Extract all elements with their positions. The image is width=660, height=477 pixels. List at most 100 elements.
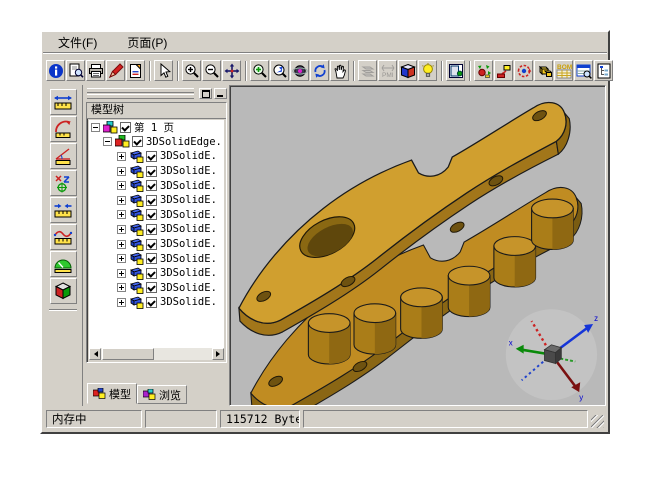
- tree-row-page[interactable]: 第 1 页: [89, 120, 224, 135]
- axis-z-label: z: [594, 314, 598, 323]
- render-settings-button[interactable]: [446, 60, 465, 81]
- measure-curve-length-button[interactable]: [50, 224, 77, 250]
- tree-row-part[interactable]: 3DSolidE.: [89, 266, 224, 281]
- visibility-checkbox[interactable]: [146, 297, 157, 308]
- tab-browse[interactable]: 浏览: [137, 385, 187, 404]
- visibility-checkbox[interactable]: [146, 253, 157, 264]
- move-part-icon: [496, 63, 512, 79]
- scroll-left-button[interactable]: [89, 348, 101, 360]
- tree-row-part[interactable]: 3DSolidE.: [89, 281, 224, 296]
- measure-distance-button[interactable]: [50, 89, 77, 115]
- bom-button[interactable]: BOM: [554, 60, 573, 81]
- visibility-checkbox[interactable]: [146, 282, 157, 293]
- client-area: 模型树 第 1 页 3DSolidEdge. 3DSolidE.: [44, 85, 606, 406]
- tree-row-part[interactable]: 3DSolidE.: [89, 251, 224, 266]
- visibility-checkbox[interactable]: [132, 136, 143, 147]
- expand-icon[interactable]: [117, 152, 126, 161]
- parts-list-button[interactable]: [534, 60, 553, 81]
- expand-icon[interactable]: [117, 240, 126, 249]
- panel-hide-button[interactable]: [214, 88, 227, 99]
- zoom-in-button[interactable]: [182, 60, 201, 81]
- collapse-icon[interactable]: [91, 123, 100, 132]
- markup-pen-icon: [108, 63, 124, 79]
- about-button[interactable]: [46, 60, 65, 81]
- hand-pan-button[interactable]: [330, 60, 349, 81]
- tree-row-part[interactable]: 3DSolidE.: [89, 149, 224, 164]
- expand-icon[interactable]: [117, 254, 126, 263]
- move-part-button[interactable]: [494, 60, 513, 81]
- rotate-center-icon: [292, 63, 308, 79]
- pan-button[interactable]: [222, 60, 241, 81]
- menu-file[interactable]: 文件(F): [56, 33, 99, 52]
- part-properties-button[interactable]: [574, 60, 593, 81]
- view-orientation-button[interactable]: [398, 60, 417, 81]
- expand-icon[interactable]: [117, 167, 126, 176]
- viewport-canvas[interactable]: z x y: [229, 85, 606, 406]
- parts-icon: [536, 63, 552, 79]
- visibility-checkbox[interactable]: [146, 209, 157, 220]
- visibility-checkbox[interactable]: [146, 224, 157, 235]
- select-button[interactable]: [154, 60, 173, 81]
- tree-row-part[interactable]: 3DSolidE.: [89, 295, 224, 310]
- markup-button[interactable]: [106, 60, 125, 81]
- menu-page[interactable]: 页面(P): [125, 33, 169, 52]
- toolbar-separator: [177, 61, 179, 81]
- measure-angle-button[interactable]: [50, 143, 77, 169]
- visibility-checkbox[interactable]: [146, 166, 157, 177]
- measure-coordinate-button[interactable]: [50, 170, 77, 196]
- resize-grip[interactable]: [591, 415, 604, 428]
- expand-icon[interactable]: [117, 210, 126, 219]
- structure-tree-button[interactable]: [594, 60, 613, 81]
- tree-row-part[interactable]: 3DSolidE.: [89, 222, 224, 237]
- explode-button[interactable]: [474, 60, 493, 81]
- tree-row-assembly[interactable]: 3DSolidEdge.: [89, 135, 224, 150]
- measure-volume-button[interactable]: [50, 278, 77, 304]
- model-tree[interactable]: 第 1 页 3DSolidEdge. 3DSolidE. 3DSolidE. 3…: [89, 120, 224, 348]
- scroll-right-button[interactable]: [212, 348, 224, 360]
- tree-row-part[interactable]: 3DSolidE.: [89, 208, 224, 223]
- pmi-icon: PMI: [380, 63, 396, 79]
- measure-area-button[interactable]: [50, 251, 77, 277]
- rotate-button[interactable]: [310, 60, 329, 81]
- panel-drag-grip[interactable]: [87, 88, 194, 100]
- panel-maximize-button[interactable]: [199, 88, 212, 99]
- visibility-checkbox[interactable]: [146, 195, 157, 206]
- expand-icon[interactable]: [117, 181, 126, 190]
- rotate-part-button[interactable]: [514, 60, 533, 81]
- print-preview-button[interactable]: [66, 60, 85, 81]
- visibility-checkbox[interactable]: [146, 268, 157, 279]
- light-button[interactable]: [418, 60, 437, 81]
- measure-min-distance-icon: [53, 200, 73, 220]
- collapse-icon[interactable]: [103, 137, 112, 146]
- visibility-checkbox[interactable]: [120, 122, 131, 133]
- tree-row-part[interactable]: 3DSolidE.: [89, 237, 224, 252]
- expand-icon[interactable]: [117, 269, 126, 278]
- scrollbar-track[interactable]: [154, 348, 212, 360]
- tree-row-part[interactable]: 3DSolidE.: [89, 178, 224, 193]
- expand-icon[interactable]: [117, 225, 126, 234]
- measure-min-distance-button[interactable]: [50, 197, 77, 223]
- zoom-in-icon: [184, 63, 200, 79]
- expand-icon[interactable]: [117, 283, 126, 292]
- tab-browse-label: 浏览: [159, 387, 181, 403]
- zoom-area-button[interactable]: [270, 60, 289, 81]
- scrollbar-thumb[interactable]: [102, 348, 154, 360]
- print-button[interactable]: [86, 60, 105, 81]
- expand-icon[interactable]: [117, 196, 126, 205]
- tree-horizontal-scrollbar[interactable]: [89, 348, 224, 360]
- expand-icon[interactable]: [117, 298, 126, 307]
- tree-row-part[interactable]: 3DSolidE.: [89, 164, 224, 179]
- measure-radius-button[interactable]: [50, 116, 77, 142]
- tab-model[interactable]: 模型: [87, 383, 137, 404]
- measure-curve-length-icon: [53, 227, 73, 247]
- rotate-icon: [312, 63, 328, 79]
- tree-row-part[interactable]: 3DSolidE.: [89, 193, 224, 208]
- visibility-checkbox[interactable]: [146, 180, 157, 191]
- rotate-center-button[interactable]: [290, 60, 309, 81]
- visibility-checkbox[interactable]: [146, 151, 157, 162]
- orientation-triad: z x y: [506, 309, 598, 402]
- zoom-out-button[interactable]: [202, 60, 221, 81]
- zoom-window-button[interactable]: [250, 60, 269, 81]
- export-button[interactable]: [126, 60, 145, 81]
- visibility-checkbox[interactable]: [146, 239, 157, 250]
